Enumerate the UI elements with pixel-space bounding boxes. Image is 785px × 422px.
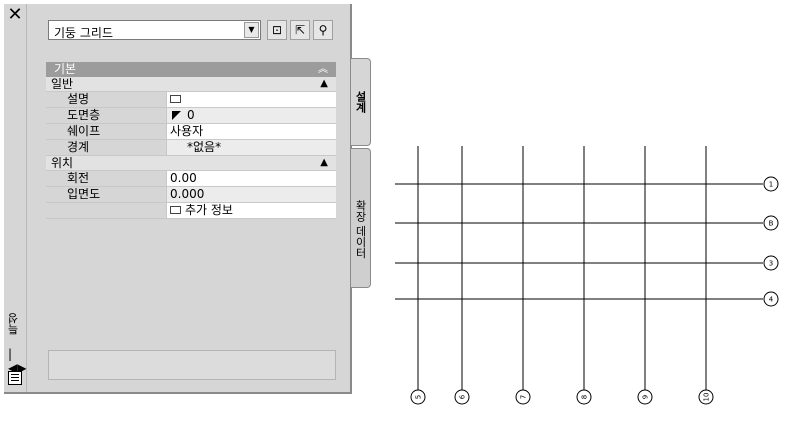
caret-up-icon[interactable]: ▲ (320, 156, 328, 170)
select-objects-icon: ⊡ (271, 23, 283, 37)
additional-info-label: 추가 정보 (185, 203, 233, 217)
layer-value: 0 (187, 108, 195, 122)
grid-column-bubble (515, 389, 531, 405)
style-dropdown[interactable]: 기둥 그리드 ▼ (48, 20, 261, 40)
grid-column-bubble-label: 10 (703, 393, 711, 402)
property-value[interactable]: *없음* (166, 140, 336, 155)
quick-select-button[interactable]: ⚲ (313, 20, 333, 40)
property-name (61, 203, 165, 218)
grid-column-bubble (637, 389, 653, 405)
property-value[interactable]: 0.000 (166, 187, 336, 202)
caret-up-icon[interactable]: ▲ (320, 77, 328, 91)
grid-column-bubble (576, 389, 592, 405)
palette-tabs: 설계 확장 데이터 (351, 4, 371, 288)
layer-icon (172, 111, 181, 120)
property-name: 회전 (61, 171, 165, 186)
grid-row-bubble (763, 215, 779, 231)
grid-column-bubble-label: 7 (520, 395, 528, 399)
grid-column-bubble-label: 9 (642, 395, 650, 399)
property-row[interactable]: 도면층 0 (46, 108, 336, 124)
style-dropdown-value: 기둥 그리드 (54, 26, 114, 40)
group-location[interactable]: 위치 ▲ (46, 156, 336, 171)
description-area (48, 350, 336, 380)
grid-row-bubble-label: 3 (769, 260, 773, 268)
close-icon[interactable]: ✕ (7, 6, 23, 24)
grid-row-bubble-label: 1 (769, 181, 773, 189)
property-value[interactable]: 0 (166, 108, 336, 123)
property-grid: 기본 ︽ 일반 ▲ 설명 도면층 0 쉐이프 사용자 경계 *없음* 위치 ▲ … (46, 62, 336, 219)
grid-row-bubble-label: 4 (769, 296, 774, 304)
grid-row-bubble-label: B (769, 220, 774, 228)
category-basic[interactable]: 기본 ︽ (46, 62, 336, 77)
property-row[interactable]: 경계 *없음* (46, 140, 336, 156)
property-name: 설명 (61, 92, 165, 107)
property-name: 쉐이프 (61, 124, 165, 139)
grid-column-bubble-label: 5 (415, 395, 423, 399)
property-name: 경계 (61, 140, 165, 155)
grid-column-bubble (698, 389, 714, 405)
grid-row-bubble (763, 176, 779, 192)
group-general-label: 일반 (51, 77, 74, 91)
chevron-down-icon[interactable]: ▼ (244, 22, 259, 38)
tab-design[interactable]: 설계 (351, 58, 371, 146)
tab-extended-data-label: 확장 데이터 (354, 199, 367, 259)
tab-design-label: 설계 (354, 91, 367, 113)
property-name: 입면도 (61, 187, 165, 202)
group-location-label: 위치 (51, 156, 74, 170)
select-objects-button[interactable]: ⊡ (267, 20, 287, 40)
grid-row-bubble (763, 255, 779, 271)
grid-column-bubble (410, 389, 426, 405)
grid-column-bubble-label: 8 (581, 395, 589, 399)
palette-title-bar[interactable]: ✕ 특성 |◀▶ (4, 4, 27, 392)
category-basic-label: 기본 (54, 62, 77, 76)
property-name: 도면층 (61, 108, 165, 123)
palette-menu-icon[interactable] (8, 371, 22, 385)
collapse-icon[interactable]: ︽ (318, 62, 328, 77)
cursor-icon: ⇱ (294, 23, 306, 37)
group-general[interactable]: 일반 ▲ (46, 77, 336, 92)
grid-column-bubble-label: 6 (459, 394, 467, 399)
palette-title: 특성 (7, 313, 20, 335)
auto-hide-icon[interactable]: |◀▶ (8, 347, 26, 375)
property-value[interactable]: 0.00 (166, 171, 336, 186)
property-row[interactable]: 입면도 0.000 (46, 187, 336, 203)
property-value[interactable]: 추가 정보 (166, 203, 336, 218)
property-row[interactable]: 쉐이프 사용자 (46, 124, 336, 140)
property-value[interactable]: 사용자 (166, 124, 336, 139)
property-row[interactable]: 추가 정보 (46, 203, 336, 219)
property-value[interactable] (166, 92, 336, 107)
info-icon[interactable] (170, 205, 181, 214)
tab-extended-data[interactable]: 확장 데이터 (351, 148, 371, 288)
filter-icon: ⚲ (318, 23, 328, 37)
grid-column-bubble (454, 389, 470, 405)
properties-palette: ✕ 특성 |◀▶ 설계 확장 데이터 기둥 그리드 ▼ ⊡ ⇱ ⚲ 기본 ︽ 일… (4, 4, 371, 394)
pick-add-button[interactable]: ⇱ (290, 20, 310, 40)
property-row[interactable]: 설명 (46, 92, 336, 108)
description-icon[interactable] (170, 94, 181, 103)
property-row[interactable]: 회전 0.00 (46, 171, 336, 187)
grid-row-bubble (763, 291, 779, 307)
